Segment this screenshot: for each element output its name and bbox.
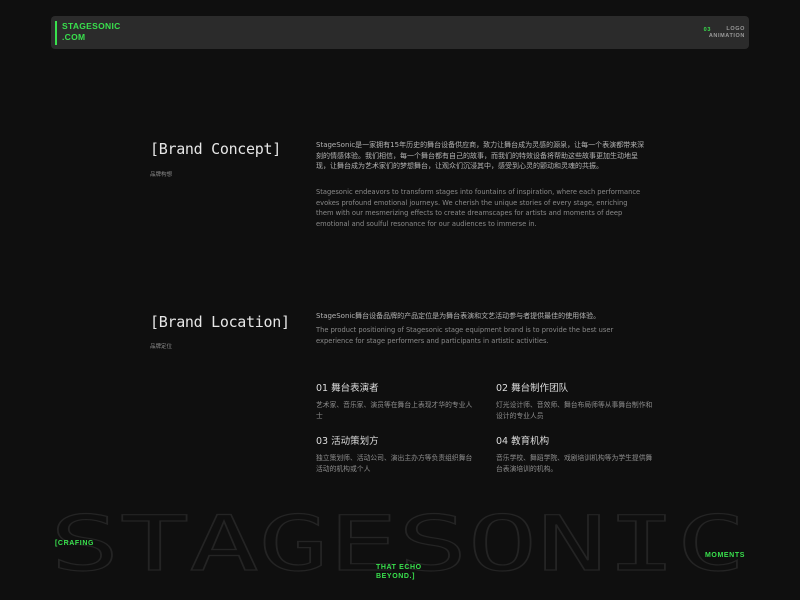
audience-item: 04 教育机构 音乐学校、舞蹈学院、戏剧培训机构等为学生提供舞台表演培训的机构。: [496, 433, 656, 475]
brand-location-subheading: 品牌定位: [150, 344, 173, 350]
section-label-line2: ANIMATION: [708, 32, 745, 39]
audience-desc: 灯光设计师、音效师、舞台布局师等从事舞台制作和设计的专业人员: [496, 401, 653, 420]
audience-desc: 艺术家、音乐家、演员等在舞台上表现才华的专业人士: [316, 401, 473, 420]
section-indicator: 03 LOGO ANIMATION: [704, 26, 745, 39]
brand-logo[interactable]: STAGESONIC .COM: [55, 21, 121, 45]
brand-location-text-en: The product positioning of Stagesonic st…: [316, 326, 614, 345]
audience-desc: 音乐学校、舞蹈学院、戏剧培训机构等为学生提供舞台表演培训的机构。: [496, 454, 653, 473]
brand-domain: .COM: [62, 32, 86, 42]
audience-title: 04 教育机构: [496, 436, 550, 447]
audience-desc: 独立策划师、活动公司、演出主办方等负责组织舞台活动的机构或个人: [316, 454, 473, 473]
audience-title: 01 舞台表演者: [316, 383, 379, 394]
brand-name: STAGESONIC: [62, 21, 121, 31]
footer-tag-middle: THAT ECHO BEYOND.]: [376, 563, 422, 581]
footer-tag-left: [CRAFING: [55, 540, 95, 547]
section-number: 03: [703, 27, 711, 33]
brand-location-text-cn: StageSonic舞台设备品牌的产品定位是为舞台表演和文艺活动参与者提供最佳的…: [316, 312, 601, 320]
audience-item: 03 活动策划方 独立策划师、活动公司、演出主办方等负责组织舞台活动的机构或个人: [316, 433, 476, 475]
brand-concept-heading: [Brand Concept]: [150, 140, 281, 158]
footer-tag-middle-line2: BEYOND.]: [376, 573, 416, 580]
brand-concept-text-cn: StageSonic是一家拥有15年历史的舞台设备供应商，致力让舞台成为灵感的源…: [316, 141, 645, 170]
brand-concept-text-en: Stagesonic endeavors to transform stages…: [316, 188, 641, 228]
brand-concept-subheading: 品牌构想: [150, 172, 173, 178]
audience-item: 01 舞台表演者 艺术家、音乐家、演员等在舞台上表现才华的专业人士: [316, 380, 476, 422]
footer-tag-middle-line1: THAT ECHO: [376, 564, 422, 571]
audience-title: 03 活动策划方: [316, 436, 379, 447]
brand-location-heading: [Brand Location]: [150, 313, 290, 331]
top-bar: STAGESONIC .COM 03 LOGO ANIMATION: [51, 16, 749, 49]
footer-tag-right: MOMENTS: [705, 552, 745, 559]
audience-title: 02 舞台制作团队: [496, 383, 569, 394]
audience-item: 02 舞台制作团队 灯光设计师、音效师、舞台布局师等从事舞台制作和设计的专业人员: [496, 380, 656, 422]
